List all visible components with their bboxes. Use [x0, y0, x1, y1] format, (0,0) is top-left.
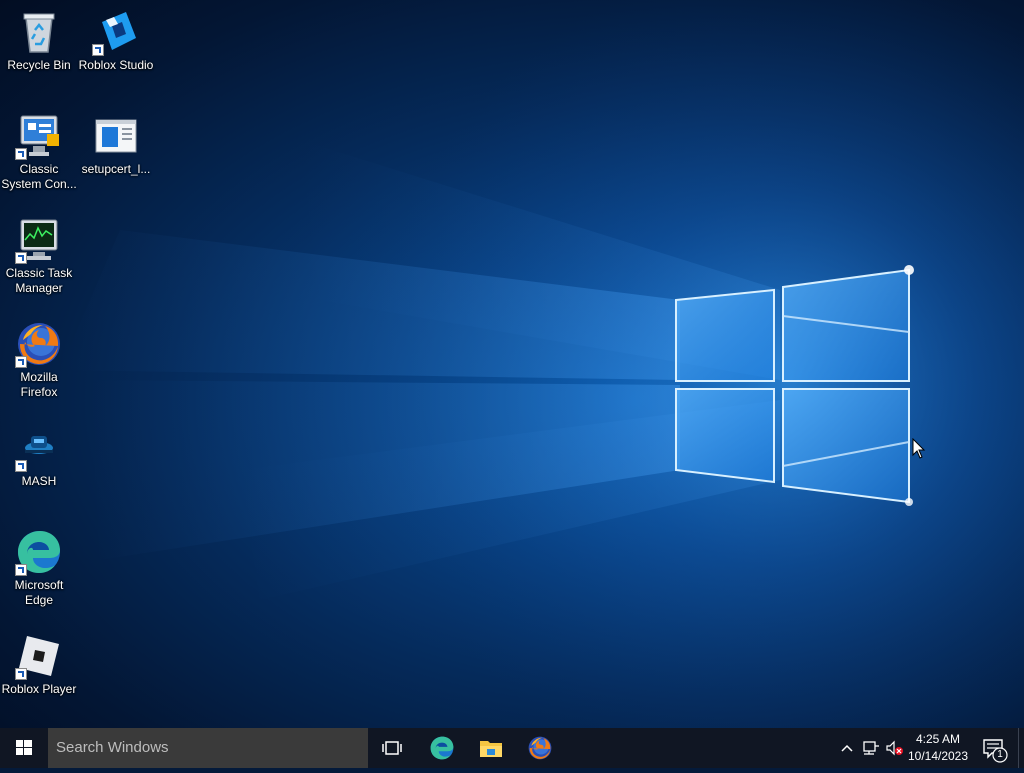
shortcut-arrow-icon	[92, 44, 104, 56]
taskbar-file-explorer-button[interactable]	[467, 728, 515, 768]
desktop-icon-label: Recycle Bin	[7, 58, 71, 72]
roblox-studio-icon	[92, 8, 140, 56]
desktop-icon-setupcert[interactable]: setupcert_l...	[78, 112, 154, 177]
desktop-icon-classic-task-manager[interactable]: Classic Task Manager	[1, 216, 77, 296]
desktop-wallpaper[interactable]	[0, 0, 1024, 728]
clock[interactable]: 4:25 AM 10/14/2023	[902, 731, 974, 765]
control-panel-icon	[15, 112, 63, 160]
shortcut-arrow-icon	[15, 668, 27, 680]
volume-button[interactable]	[886, 740, 903, 756]
taskbar-firefox-button[interactable]	[516, 728, 564, 768]
task-view-icon	[382, 741, 402, 755]
start-button[interactable]	[0, 728, 48, 768]
desktop-icon-label: Microsoft Edge	[14, 578, 64, 607]
firefox-icon	[528, 736, 552, 760]
desktop-icon-label: Roblox Player	[1, 682, 77, 696]
clock-date: 10/14/2023	[907, 749, 969, 763]
mash-icon	[15, 424, 63, 472]
desktop-icon-mash[interactable]: MASH	[1, 424, 77, 489]
mouse-cursor-icon	[912, 438, 926, 459]
desktop-icon-mozilla-firefox[interactable]: Mozilla Firefox	[1, 320, 77, 400]
chevron-up-icon	[841, 744, 853, 752]
file-explorer-icon	[480, 741, 502, 757]
search-placeholder: Search Windows	[56, 739, 169, 756]
taskbar: Search Windows 4:25 AM 10/14/2023 1	[0, 728, 1024, 768]
search-input[interactable]: Search Windows	[48, 728, 368, 768]
desktop-icon-roblox-studio[interactable]: Roblox Studio	[78, 8, 154, 73]
edge-icon	[15, 528, 63, 576]
taskbar-edge-button[interactable]	[418, 728, 466, 768]
clock-time: 4:25 AM	[915, 732, 961, 746]
window-file-icon	[92, 112, 140, 160]
desktop-icon-label: MASH	[21, 474, 57, 488]
shortcut-arrow-icon	[15, 564, 27, 576]
notification-count: 1	[997, 749, 1003, 760]
desktop-icon-recycle-bin[interactable]: Recycle Bin	[1, 8, 77, 73]
shortcut-arrow-icon	[15, 460, 27, 472]
shortcut-arrow-icon	[15, 252, 27, 264]
desktop-icon-classic-system-control[interactable]: Classic System Con...	[1, 112, 77, 192]
recycle-bin-icon	[15, 8, 63, 56]
desktop-icon-microsoft-edge[interactable]: Microsoft Edge	[1, 528, 77, 608]
desktop-icon-label: Roblox Studio	[78, 58, 154, 72]
desktop-icon-roblox-player[interactable]: Roblox Player	[1, 632, 77, 697]
desktop-icon-label: Classic Task Manager	[5, 266, 73, 295]
firefox-icon	[15, 320, 63, 368]
shortcut-arrow-icon	[15, 356, 27, 368]
task-manager-icon	[15, 216, 63, 264]
show-hidden-icons-button[interactable]	[839, 740, 855, 756]
desktop-icon-label: Mozilla Firefox	[20, 370, 58, 399]
shortcut-arrow-icon	[15, 148, 27, 160]
roblox-player-icon	[15, 632, 63, 680]
edge-icon	[430, 736, 454, 760]
show-desktop-button[interactable]	[1018, 728, 1024, 768]
desktop-icon-label: setupcert_l...	[81, 162, 151, 176]
windows-logo-icon	[16, 740, 32, 755]
action-center-button[interactable]: 1	[976, 728, 1012, 768]
desktop-icon-label: Classic System Con...	[1, 162, 77, 191]
network-icon	[863, 741, 879, 755]
network-button[interactable]	[862, 740, 879, 756]
task-view-button[interactable]	[368, 728, 416, 768]
